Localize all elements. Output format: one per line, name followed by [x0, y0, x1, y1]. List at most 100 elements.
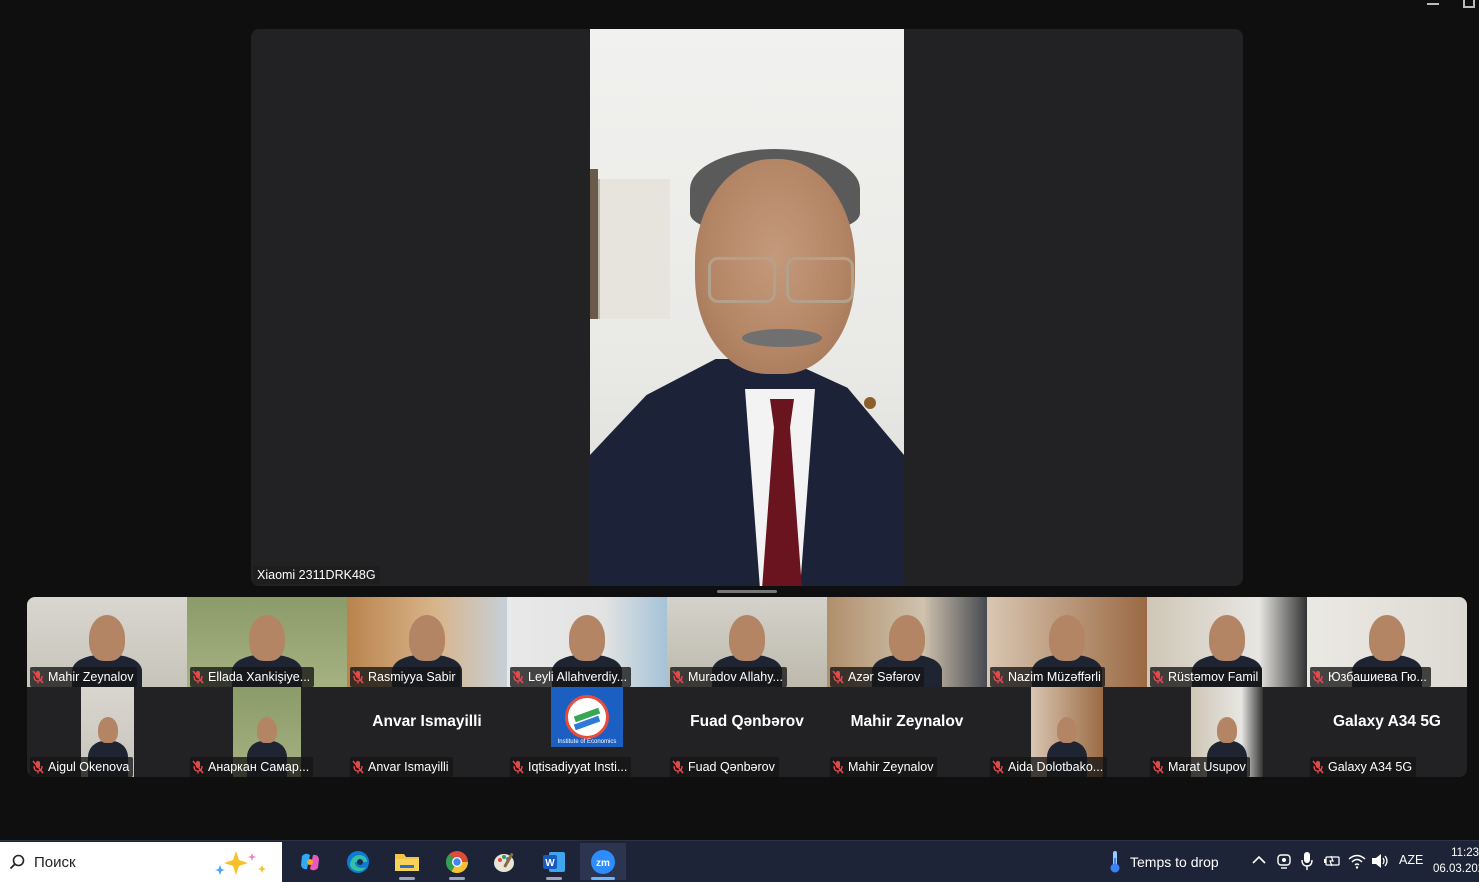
search-label: Поиск: [34, 853, 76, 871]
participant-tile[interactable]: Marat Usupov: [1147, 687, 1307, 777]
word-icon[interactable]: W: [531, 843, 577, 880]
participant-tile[interactable]: Анаркан Самар...: [187, 687, 347, 777]
participant-head: [89, 615, 125, 661]
participant-name-tag: Rüstəmov Famil: [1150, 667, 1263, 687]
participant-name-tag: Aigul Okenova: [30, 757, 134, 777]
participant-head: [1049, 615, 1085, 661]
svg-text:zm: zm: [596, 858, 610, 869]
muted-microphone-icon: [352, 670, 364, 684]
participant-head: [1217, 717, 1237, 743]
participant-name: Muradov Allahy...: [688, 670, 783, 684]
participant-head: [1209, 615, 1245, 661]
microphone-icon[interactable]: [1301, 851, 1313, 871]
zoom-meeting-window: Xiaomi 2311DRK48G Mahir Zeynalov Ellada X…: [0, 0, 1479, 840]
muted-microphone-icon: [512, 760, 524, 774]
zoom-icon[interactable]: zm: [580, 843, 626, 880]
participant-tile[interactable]: Institute of Economics Iqtisadiyyat Insti…: [507, 687, 667, 777]
participant-name-tag: Marat Usupov: [1150, 757, 1250, 777]
participant-head: [569, 615, 605, 661]
participant-name-tag: Galaxy A34 5G: [1310, 757, 1417, 777]
taskbar-search-box[interactable]: Поиск: [0, 842, 282, 882]
speaker-mustache: [742, 329, 822, 347]
participant-tile[interactable]: Mahir Zeynalov Mahir Zeynalov: [827, 687, 987, 777]
participant-tile[interactable]: Fuad Qənbərov Fuad Qənbərov: [667, 687, 827, 777]
participant-display-name: Fuad Qənbərov: [690, 713, 804, 730]
muted-microphone-icon: [1312, 760, 1324, 774]
weather-text: Temps to drop: [1130, 854, 1219, 870]
muted-microphone-icon: [512, 670, 524, 684]
participant-tile[interactable]: Ellada Xankişiye...: [187, 597, 347, 687]
muted-microphone-icon: [1152, 760, 1164, 774]
participant-head: [889, 615, 925, 661]
chevron-up-icon[interactable]: [1252, 855, 1266, 865]
muted-microphone-icon: [192, 670, 204, 684]
participant-tile[interactable]: Aigul Okenova: [27, 687, 187, 777]
app-running-indicator: [449, 877, 465, 880]
participant-tile[interactable]: Anvar Ismayilli Anvar Ismayilli: [347, 687, 507, 777]
muted-microphone-icon: [352, 760, 364, 774]
participant-tile[interactable]: Юзбашиева Гю...: [1307, 597, 1467, 687]
edge-icon[interactable]: [335, 843, 381, 880]
participant-tile[interactable]: Aida Dolotbako...: [987, 687, 1147, 777]
participant-strip: Mahir Zeynalov Ellada Xankişiye... Rasmiyy…: [27, 597, 1467, 777]
clock-time: 11:23: [1451, 847, 1479, 859]
maximize-button[interactable]: [1463, 0, 1475, 8]
participant-name: Rasmiyya Sabir: [368, 670, 456, 684]
participant-head: [409, 615, 445, 661]
input-language[interactable]: AZE: [1399, 853, 1423, 867]
participant-name: Ellada Xankişiye...: [208, 670, 311, 684]
volume-icon[interactable]: [1370, 853, 1390, 869]
participant-name: Fuad Qənbərov: [688, 760, 775, 774]
participant-head: [1057, 717, 1077, 743]
participant-name: Galaxy A34 5G: [1328, 760, 1413, 774]
participant-name: Leyli Allahverdiy...: [528, 670, 628, 684]
paint-icon[interactable]: [482, 843, 528, 880]
wifi-icon[interactable]: [1348, 853, 1366, 869]
participant-tile[interactable]: Nazim Müzəffərli: [987, 597, 1147, 687]
participant-name-tag: Muradov Allahy...: [670, 667, 787, 687]
participant-name: Анаркан Самар...: [208, 760, 310, 774]
participant-name-tag: Iqtisadiyyat Insti...: [510, 757, 632, 777]
muted-microphone-icon: [192, 760, 204, 774]
participant-tile[interactable]: Galaxy A34 5G Galaxy A34 5G: [1307, 687, 1467, 777]
participant-head: [257, 717, 277, 743]
muted-microphone-icon: [832, 670, 844, 684]
windows-taskbar: Поиск W zm Temps to drop AZE 11:23 06.03…: [0, 840, 1479, 882]
minimize-button[interactable]: [1427, 3, 1439, 5]
participant-tile[interactable]: Rasmiyya Sabir: [347, 597, 507, 687]
speaker-name-label: Xiaomi 2311DRK48G: [253, 566, 380, 584]
participant-tile[interactable]: Azər Səfərov: [827, 597, 987, 687]
muted-microphone-icon: [672, 670, 684, 684]
file-explorer-icon[interactable]: [384, 843, 430, 880]
app-running-indicator: [546, 877, 562, 880]
thermometer-icon: [1110, 851, 1120, 873]
clock-date: 06.03.202: [1433, 863, 1479, 875]
search-icon: [9, 854, 25, 870]
participant-name: Anvar Ismayilli: [368, 760, 449, 774]
weather-widget[interactable]: Temps to drop: [1108, 850, 1219, 874]
background-shelf: [598, 179, 670, 319]
copilot-sparkle-icon[interactable]: [212, 849, 272, 877]
participant-name: Azər Səfərov: [848, 670, 921, 684]
system-clock[interactable]: 11:23 06.03.202: [1433, 845, 1479, 877]
participant-name-tag: Mahir Zeynalov: [30, 667, 138, 687]
resize-handle[interactable]: [717, 590, 777, 593]
battery-icon[interactable]: [1323, 854, 1341, 868]
participant-head: [1369, 615, 1405, 661]
participant-name-tag: Fuad Qənbərov: [670, 757, 779, 777]
participant-name-tag: Rasmiyya Sabir: [350, 667, 460, 687]
copilot-icon[interactable]: [287, 843, 333, 880]
camera-in-use-icon[interactable]: [1277, 853, 1291, 869]
participant-name-tag: Nazim Müzəffərli: [990, 667, 1105, 687]
participant-tile[interactable]: Muradov Allahy...: [667, 597, 827, 687]
participant-name: Aida Dolotbako...: [1008, 760, 1104, 774]
participant-tile[interactable]: Mahir Zeynalov: [27, 597, 187, 687]
participant-name-tag: Анаркан Самар...: [190, 757, 314, 777]
participant-name: Mahir Zeynalov: [48, 670, 134, 684]
chrome-icon[interactable]: [434, 843, 480, 880]
participant-tile[interactable]: Leyli Allahverdiy...: [507, 597, 667, 687]
participant-name-tag: Ellada Xankişiye...: [190, 667, 315, 687]
active-speaker-panel[interactable]: Xiaomi 2311DRK48G: [251, 29, 1243, 586]
participant-tile[interactable]: Rüstəmov Famil: [1147, 597, 1307, 687]
muted-microphone-icon: [992, 760, 1004, 774]
